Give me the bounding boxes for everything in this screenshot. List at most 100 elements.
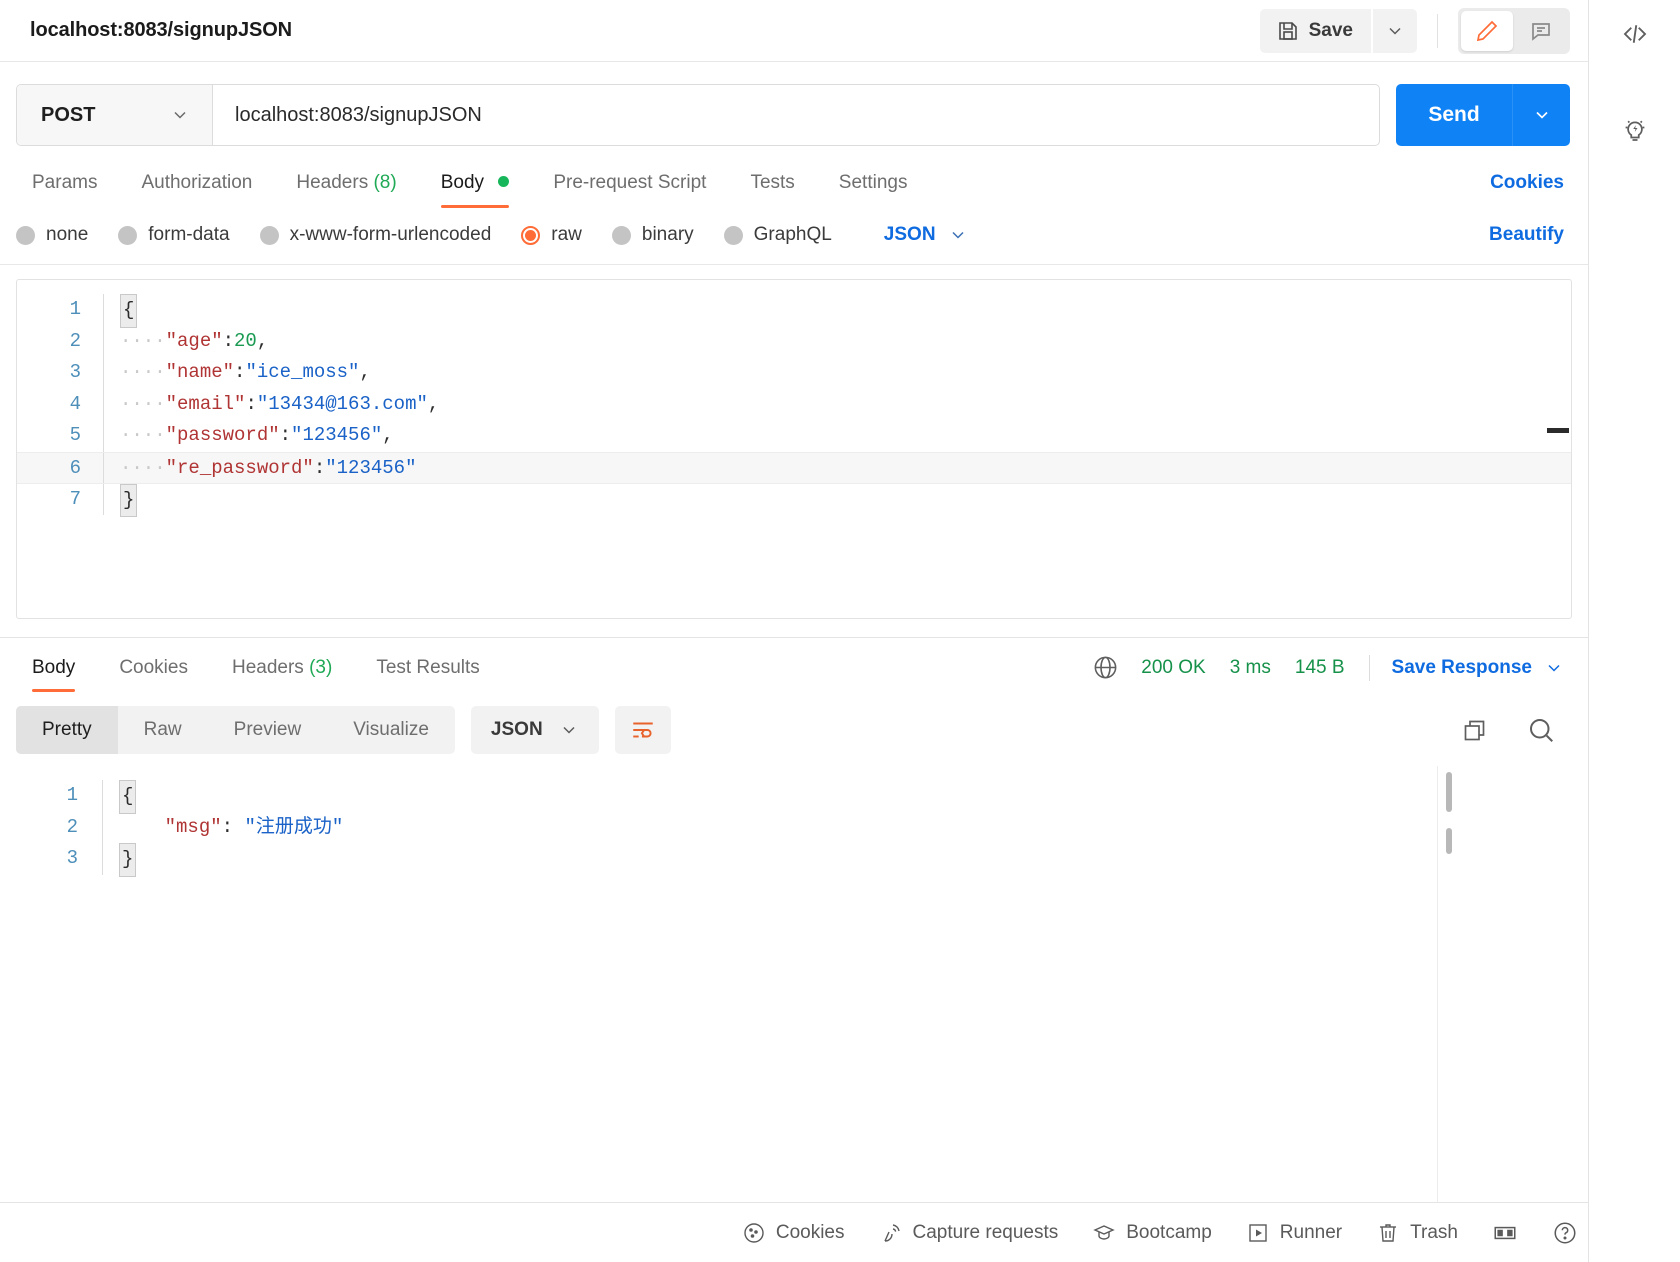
tab-pre-request-script[interactable]: Pre-request Script: [531, 172, 728, 208]
footer-cookies[interactable]: Cookies: [742, 1221, 845, 1245]
search-icon[interactable]: [1526, 715, 1556, 745]
response-format-select[interactable]: JSON: [470, 706, 599, 754]
footer-runner[interactable]: Runner: [1246, 1221, 1342, 1245]
tab-body[interactable]: Body: [419, 172, 532, 208]
code-line: 7 }: [17, 483, 1571, 518]
view-preview-button[interactable]: Preview: [208, 706, 328, 754]
footer-capture-requests[interactable]: Capture requests: [879, 1221, 1058, 1245]
send-button[interactable]: Send: [1396, 84, 1512, 146]
comment-button[interactable]: [1515, 11, 1567, 51]
response-tab-test-results[interactable]: Test Results: [354, 657, 501, 692]
radio-icon: [723, 225, 743, 245]
save-options-button[interactable]: [1373, 8, 1417, 53]
save-response-label: Save Response: [1391, 656, 1532, 678]
cookies-link[interactable]: Cookies: [1490, 172, 1570, 208]
response-tab-headers[interactable]: Headers (3): [210, 657, 354, 692]
radio-icon: [259, 225, 279, 245]
body-type-binary[interactable]: binary: [611, 224, 694, 246]
response-toolbar-right: [1461, 715, 1570, 745]
code-icon[interactable]: [1615, 14, 1655, 54]
tab-authorization[interactable]: Authorization: [119, 172, 274, 208]
word-wrap-button[interactable]: [614, 706, 671, 754]
indent-token: ····: [120, 329, 166, 352]
line-number: 1: [66, 784, 78, 806]
response-tab-body[interactable]: Body: [16, 657, 97, 692]
edit-pencil-button[interactable]: [1461, 10, 1513, 51]
code-line: 3 ····"name":"ice_moss",: [17, 357, 1571, 389]
url-input[interactable]: [213, 85, 1379, 145]
key-token: "name": [165, 361, 235, 384]
postman-window: localhost:8083/signupJSON Save POST loca…: [0, 0, 1680, 1262]
chevron-down-icon: [1544, 658, 1564, 678]
status-bar: Cookies Capture requests Bootcamp Runner…: [0, 1202, 1588, 1262]
radio-icon-selected: [521, 225, 541, 245]
radio-label: binary: [641, 224, 694, 245]
request-body-editor[interactable]: 1 { 2 ····"age":20, 3 ····"name":"ice_mo…: [16, 279, 1572, 619]
brace-token: {: [119, 780, 137, 814]
number-token: 20: [234, 329, 257, 352]
tab-params[interactable]: Params: [16, 172, 119, 208]
editor-scrollbar[interactable]: [1547, 428, 1569, 433]
graduation-cap-icon: [1092, 1221, 1116, 1245]
response-tab-cookies[interactable]: Cookies: [97, 657, 210, 692]
radio-icon: [611, 225, 631, 245]
cookie-icon: [742, 1221, 766, 1245]
response-scrollbar-thumb[interactable]: [1446, 772, 1452, 812]
floppy-disk-icon: [1276, 19, 1300, 43]
line-number: 7: [69, 487, 81, 510]
tab-tests[interactable]: Tests: [728, 172, 816, 208]
response-size: 145 B: [1294, 656, 1345, 678]
radio-label: x-www-form-urlencoded: [289, 224, 492, 245]
chevron-down-icon: [1532, 105, 1552, 125]
footer-bootcamp[interactable]: Bootcamp: [1092, 1221, 1212, 1245]
http-method-value: POST: [41, 103, 96, 126]
indent-token: ····: [120, 361, 166, 384]
brace-token: }: [120, 483, 138, 518]
satellite-icon: [879, 1221, 903, 1245]
footer-help[interactable]: [1552, 1220, 1578, 1246]
footer-trash[interactable]: Trash: [1376, 1221, 1458, 1245]
key-token: "email": [165, 392, 246, 415]
http-method-select[interactable]: POST: [17, 85, 213, 145]
body-type-raw[interactable]: raw: [521, 224, 582, 246]
line-content: }: [104, 483, 138, 518]
body-type-form-data[interactable]: form-data: [118, 224, 230, 246]
body-type-none[interactable]: none: [16, 224, 88, 246]
beautify-button[interactable]: Beautify: [1489, 224, 1570, 246]
tab-settings[interactable]: Settings: [817, 172, 930, 208]
punc-token: ,: [382, 424, 394, 447]
punc-token: :: [279, 424, 292, 447]
page-title: localhost:8083/signupJSON: [30, 19, 293, 41]
view-toggle-group: [1458, 7, 1570, 54]
line-number: 2: [69, 329, 81, 352]
save-button-label: Save: [1308, 19, 1353, 41]
response-scrollbar-thumb-secondary[interactable]: [1446, 828, 1452, 854]
body-type-urlencoded[interactable]: x-www-form-urlencoded: [259, 224, 492, 246]
punc-token: ,: [256, 329, 269, 352]
view-pretty-button[interactable]: Pretty: [16, 706, 118, 754]
lightbulb-flash-icon[interactable]: [1615, 110, 1655, 150]
footer-layout-toggle[interactable]: [1492, 1220, 1518, 1246]
save-response-button[interactable]: Save Response: [1392, 657, 1570, 679]
code-line: 2 ····"age":20,: [17, 325, 1571, 358]
view-raw-button[interactable]: Raw: [118, 706, 208, 754]
response-meta: 200 OK 3 ms 145 B Save Response: [1092, 654, 1570, 694]
code-line-active: 6 ····"re_password":"123456": [17, 451, 1571, 484]
view-visualize-button[interactable]: Visualize: [327, 706, 455, 754]
line-content: ····"password":"123456",: [104, 420, 394, 452]
chevron-down-icon: [1385, 21, 1405, 41]
save-button[interactable]: Save: [1259, 8, 1371, 53]
tab-label: Settings: [838, 172, 908, 193]
tab-headers[interactable]: Headers (8): [274, 172, 418, 208]
line-number: 3: [69, 361, 81, 384]
body-type-graphql[interactable]: GraphQL: [723, 224, 832, 246]
main-column: localhost:8083/signupJSON Save POST loca…: [0, 0, 1588, 1262]
body-format-select[interactable]: JSON: [884, 224, 968, 246]
footer-label: Trash: [1410, 1221, 1458, 1243]
right-sidebar: [1588, 0, 1680, 1262]
send-options-button[interactable]: [1512, 84, 1570, 146]
indent-token: ····: [120, 424, 166, 447]
url-combo: POST: [16, 84, 1380, 146]
footer-label: Cookies: [775, 1221, 845, 1243]
copy-icon[interactable]: [1461, 717, 1488, 744]
